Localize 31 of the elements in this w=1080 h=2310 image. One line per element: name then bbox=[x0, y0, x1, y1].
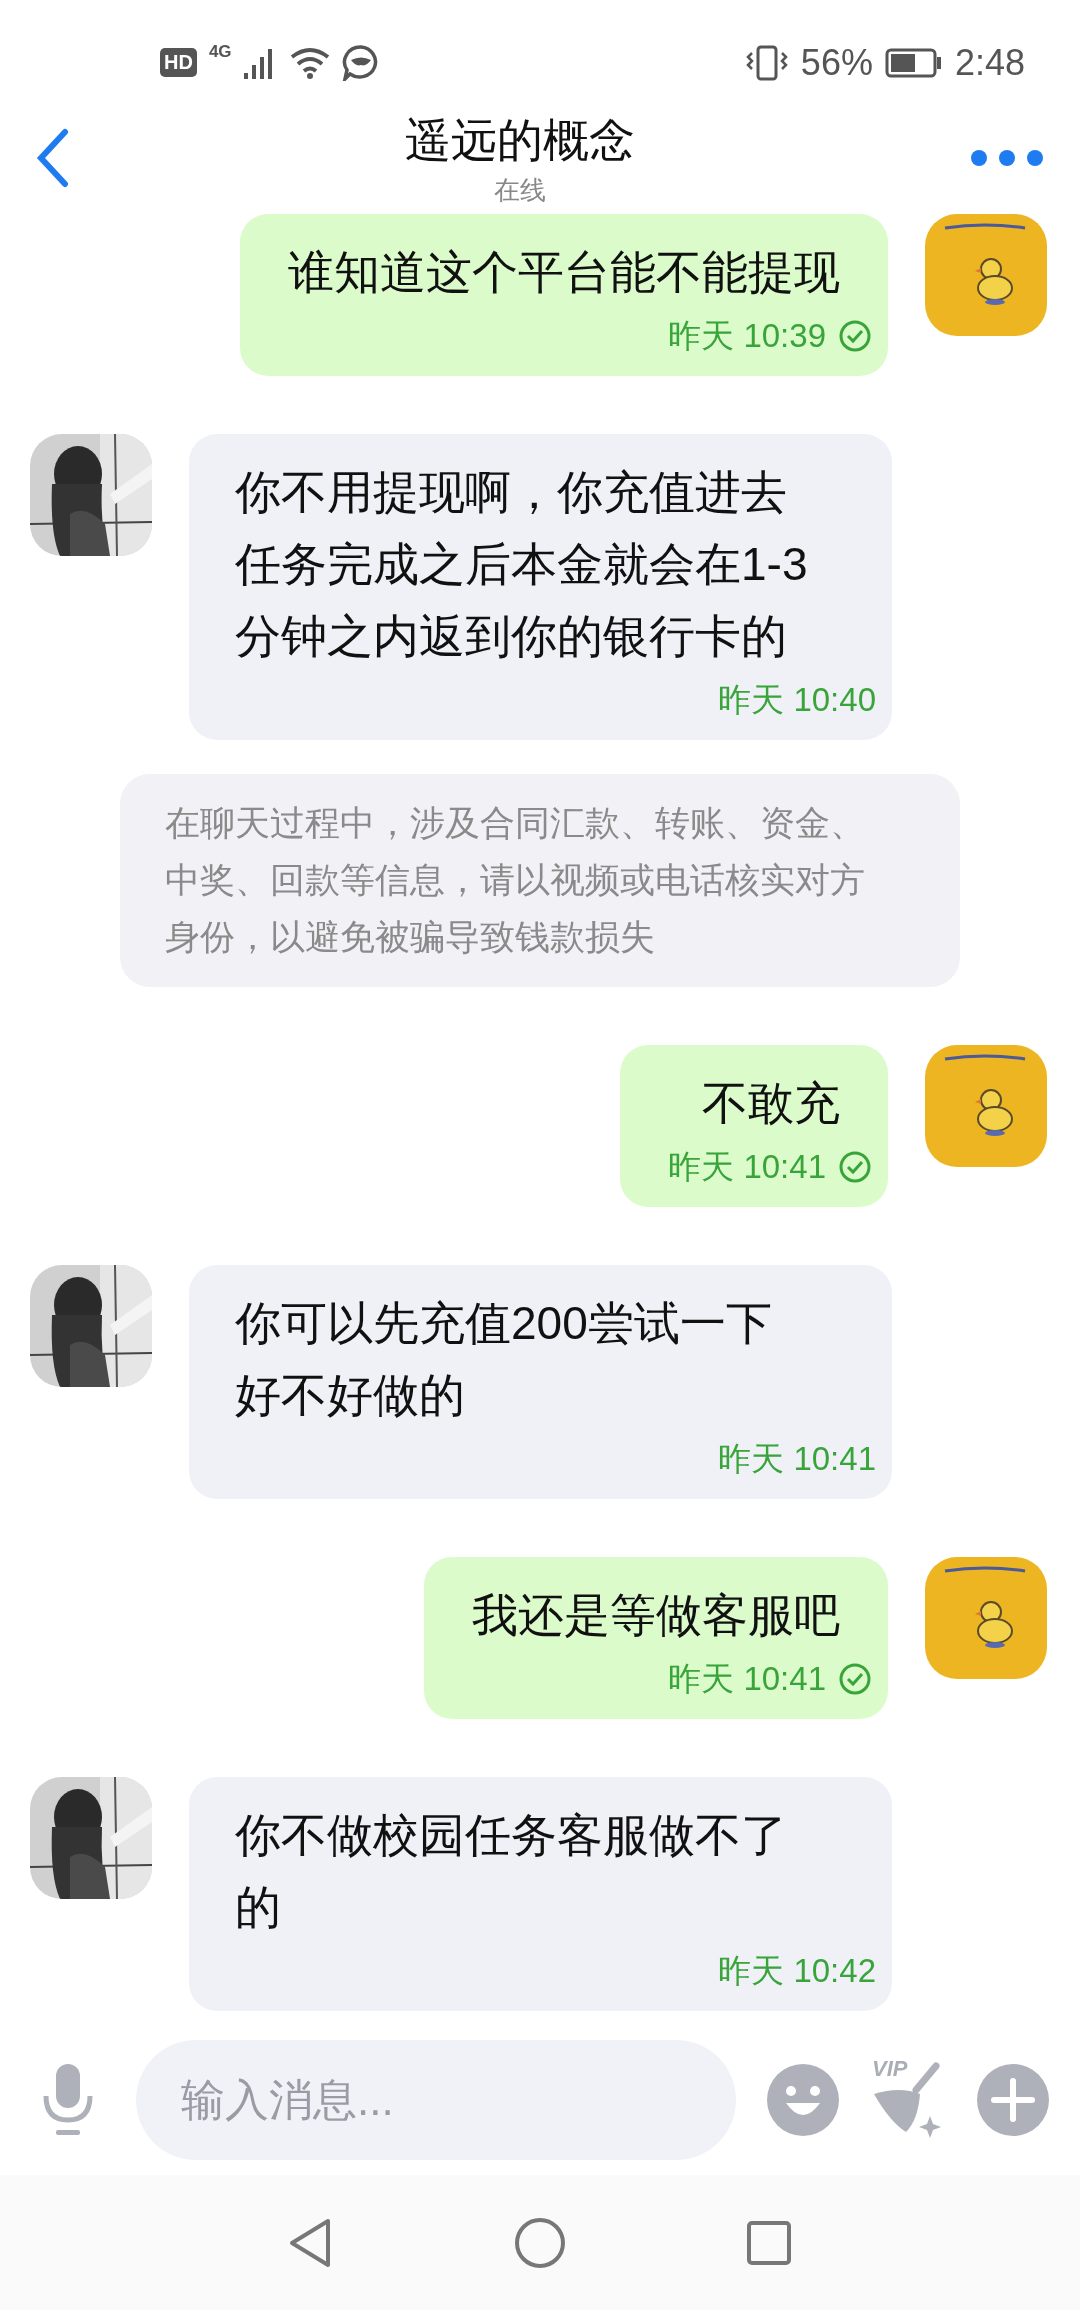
emoji-button[interactable] bbox=[766, 2063, 840, 2137]
add-button[interactable] bbox=[976, 2063, 1050, 2137]
battery-percent: 56% bbox=[800, 41, 873, 84]
network-label: 4G bbox=[208, 42, 232, 62]
home-nav-button[interactable] bbox=[514, 2216, 566, 2269]
message-time: 昨天 10:40 bbox=[718, 680, 876, 720]
wifi-icon bbox=[289, 46, 330, 79]
recents-nav-button[interactable] bbox=[746, 2219, 792, 2266]
message-input[interactable]: 输入消息... bbox=[136, 2040, 736, 2160]
vibrate-icon bbox=[744, 44, 789, 81]
back-button[interactable] bbox=[35, 127, 71, 188]
message-text: 你可以先充值200尝试一下好不好做的 bbox=[235, 1296, 773, 1423]
more-button[interactable] bbox=[969, 147, 1045, 168]
message-text: 你不做校园任务客服做不了的 bbox=[235, 1808, 788, 1935]
battery-icon bbox=[884, 47, 943, 78]
online-status: 在线 bbox=[494, 173, 546, 207]
message-text: 我还是等做客服吧 bbox=[472, 1588, 840, 1643]
message-time: 昨天 10:39 bbox=[668, 316, 826, 356]
notice-text: 在聊天过程中，涉及合同汇款、转账、资金、中奖、回款等信息，请以视频或电话核实对方身份，以避免被骗导致钱款损失 bbox=[165, 803, 865, 956]
message-time: 昨天 10:41 bbox=[718, 1439, 876, 1479]
chat-app-icon bbox=[341, 44, 380, 81]
message-text: 不敢充 bbox=[702, 1076, 840, 1131]
message-time: 昨天 10:41 bbox=[668, 1147, 826, 1187]
hd-badge: HD bbox=[160, 48, 197, 77]
message-time: 昨天 10:41 bbox=[668, 1659, 826, 1699]
message-text: 谁知道这个平台能不能提现 bbox=[288, 245, 840, 300]
clock-time: 2:48 bbox=[954, 41, 1025, 84]
vip-cleaner-button[interactable]: VIP bbox=[870, 2060, 946, 2140]
message-time: 昨天 10:42 bbox=[718, 1951, 876, 1991]
chat-title: 遥远的概念 bbox=[405, 112, 635, 168]
message-text: 你不用提现啊，你充值进去任务完成之后本金就会在1-3分钟之内返到你的银行卡的 bbox=[235, 465, 809, 664]
